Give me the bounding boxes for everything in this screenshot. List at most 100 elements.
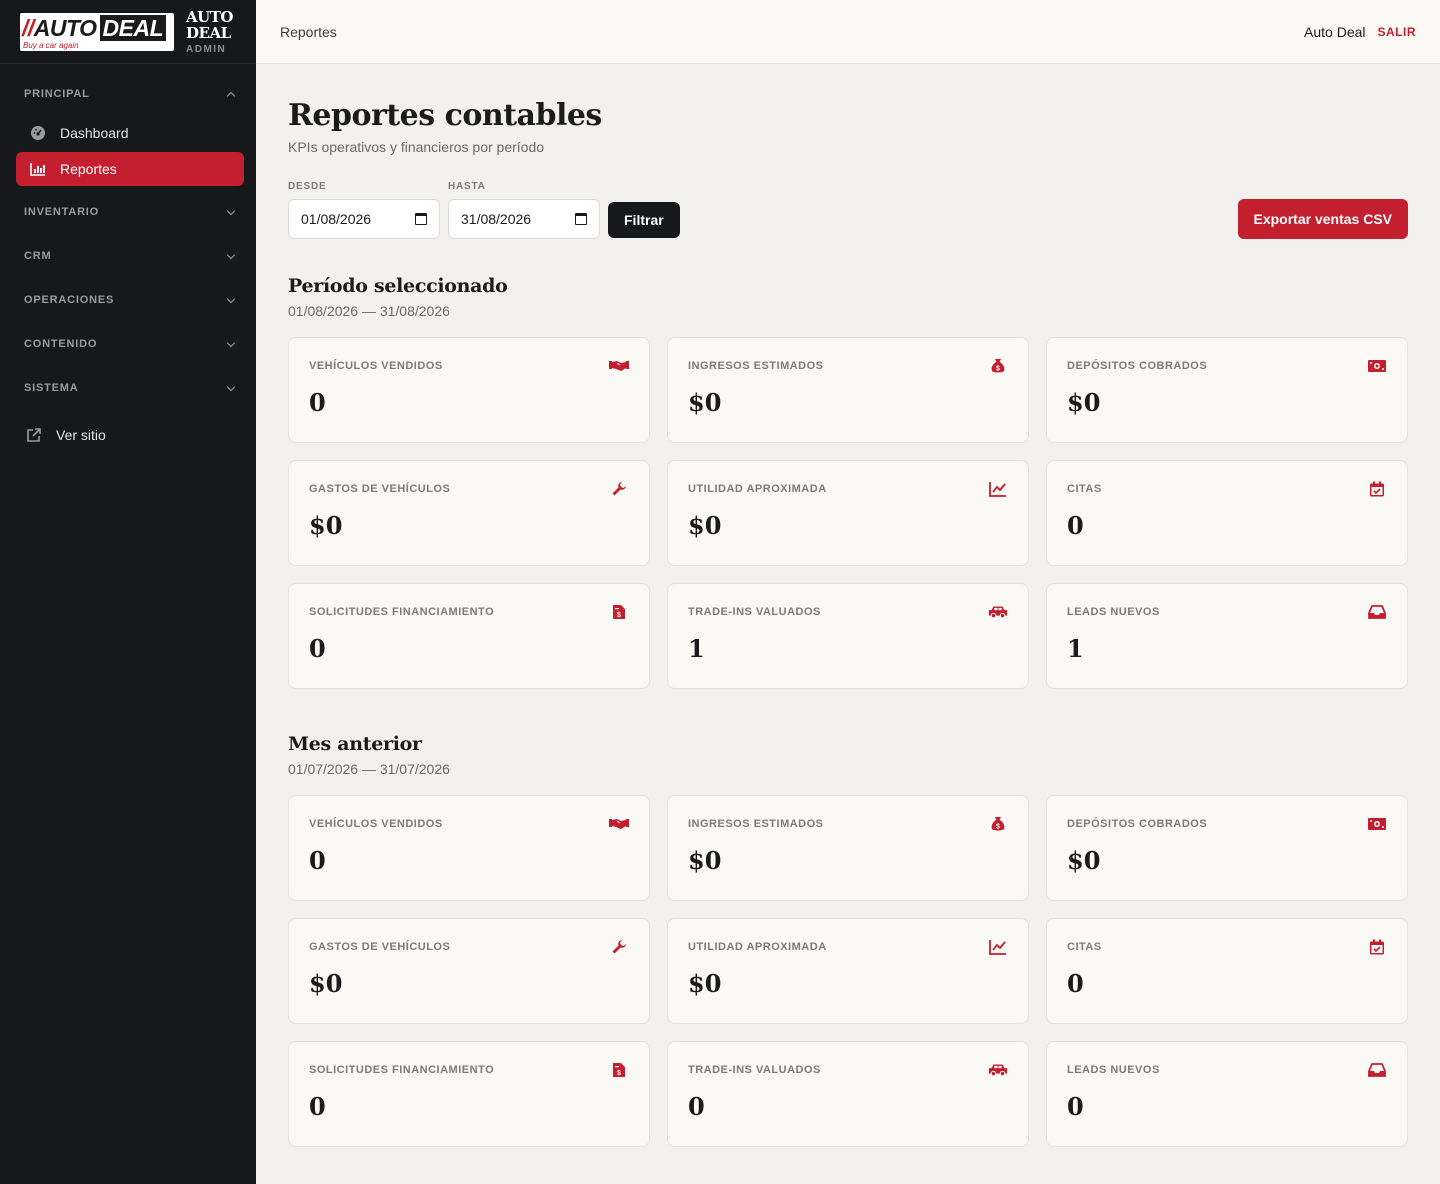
kpi-label: DEPÓSITOS COBRADOS: [1067, 818, 1208, 830]
handshake-icon: [609, 358, 629, 374]
chevron-down-icon: [226, 339, 236, 349]
main-content: Reportes contables KPIs operativos y fin…: [288, 64, 1408, 1147]
brand-text: AUTO DEAL ADMIN: [186, 9, 233, 55]
sidebar-item-dashboard[interactable]: Dashboard: [16, 116, 244, 150]
nav-section-sistema[interactable]: SISTEMA: [16, 366, 244, 410]
svg-text:$: $: [996, 824, 1000, 831]
nav-section-label: SISTEMA: [24, 382, 79, 394]
kpi-label: GASTOS DE VEHÍCULOS: [309, 483, 451, 495]
inbox-icon: [1367, 604, 1387, 620]
sidebar: //AUTO DEAL Buy a car again AUTO DEAL ADM…: [0, 0, 256, 1184]
kpi-label: GASTOS DE VEHÍCULOS: [309, 941, 451, 953]
calendar-check-icon: [1367, 939, 1387, 955]
kpi-label: TRADE-INS VALUADOS: [688, 1064, 821, 1076]
kpi-value: $0: [309, 969, 343, 998]
calendar-icon[interactable]: [575, 213, 587, 225]
kpi-value: 0: [1067, 1092, 1084, 1121]
brand[interactable]: //AUTO DEAL Buy a car again AUTO DEAL ADM…: [0, 0, 256, 64]
calendar-icon[interactable]: [415, 213, 427, 225]
logout-link[interactable]: SALIR: [1378, 25, 1417, 39]
from-date-value: 01/08/2026: [301, 211, 372, 227]
kpi-value: 0: [309, 634, 326, 663]
kpi-card: GASTOS DE VEHÍCULOS $0: [288, 460, 650, 566]
kpi-card: DEPÓSITOS COBRADOS $0: [1046, 795, 1408, 901]
section-range: 01/07/2026 — 31/07/2026: [288, 761, 450, 777]
page-subtitle: KPIs operativos y financieros por períod…: [288, 139, 545, 155]
to-date-input[interactable]: 31/08/2026: [448, 199, 600, 239]
car-icon: [988, 604, 1008, 620]
money-bag-icon: $: [988, 358, 1008, 374]
svg-text:$: $: [617, 612, 621, 619]
date-filters: DESDE 01/08/2026 HASTA 31/08/2026 Filtra…: [288, 181, 1408, 239]
kpi-card: TRADE-INS VALUADOS 1: [667, 583, 1029, 689]
logo-auto: AUTO: [33, 14, 97, 41]
from-label: DESDE: [288, 181, 327, 192]
invoice-dollar-icon: $: [609, 604, 629, 620]
section-previous-month: Mes anterior 01/07/2026 — 31/07/2026 VEH…: [288, 733, 1408, 1147]
nav-section-label: INVENTARIO: [24, 206, 100, 218]
chart-line-icon: [988, 939, 1008, 955]
kpi-label: CITAS: [1067, 941, 1102, 953]
nav-section-label: PRINCIPAL: [24, 88, 90, 100]
sidebar-item-ver-sitio[interactable]: Ver sitio: [16, 410, 244, 460]
page-title: Reportes contables: [288, 98, 602, 133]
sidebar-nav: PRINCIPAL Dashboard Reportes INVENTARIO …: [0, 64, 256, 460]
kpi-grid: VEHÍCULOS VENDIDOS 0 INGRESOS ESTIMADOS $ $0…: [288, 795, 1408, 1147]
kpi-card: GASTOS DE VEHÍCULOS $0: [288, 918, 650, 1024]
kpi-label: CITAS: [1067, 483, 1102, 495]
nav-section-crm[interactable]: CRM: [16, 234, 244, 278]
logo-slash: //: [22, 14, 34, 41]
chevron-up-icon: [226, 89, 236, 99]
kpi-card: VEHÍCULOS VENDIDOS 0: [288, 337, 650, 443]
kpi-card: TRADE-INS VALUADOS 0: [667, 1041, 1029, 1147]
kpi-label: UTILIDAD APROXIMADA: [688, 483, 827, 495]
brand-name-line2: DEAL: [186, 23, 231, 42]
nav-section-inventario[interactable]: INVENTARIO: [16, 190, 244, 234]
banknote-icon: [1367, 358, 1387, 374]
chevron-down-icon: [226, 295, 236, 305]
logo-wordmark: //AUTO DEAL: [22, 14, 167, 42]
kpi-value: $0: [688, 511, 722, 540]
kpi-card: INGRESOS ESTIMADOS $ $0: [667, 337, 1029, 443]
kpi-value: 1: [688, 634, 705, 663]
car-icon: [988, 1062, 1008, 1078]
kpi-card: DEPÓSITOS COBRADOS $0: [1046, 337, 1408, 443]
inbox-icon: [1367, 1062, 1387, 1078]
nav-section-label: CONTENIDO: [24, 338, 98, 350]
user-name: Auto Deal: [1304, 23, 1366, 40]
filter-button[interactable]: Filtrar: [608, 202, 680, 238]
nav-section-label: CRM: [24, 250, 52, 262]
svg-text:$: $: [617, 1070, 621, 1077]
kpi-value: $0: [1067, 388, 1101, 417]
kpi-value: 0: [309, 1092, 326, 1121]
nav-section-principal[interactable]: PRINCIPAL: [16, 80, 244, 108]
sidebar-item-label: Dashboard: [60, 125, 129, 141]
gauge-icon: [30, 125, 46, 141]
kpi-value: 0: [309, 388, 326, 417]
calendar-check-icon: [1367, 481, 1387, 497]
from-date-input[interactable]: 01/08/2026: [288, 199, 440, 239]
kpi-label: LEADS NUEVOS: [1067, 606, 1160, 618]
kpi-label: INGRESOS ESTIMADOS: [688, 360, 824, 372]
kpi-card: SOLICITUDES FINANCIAMIENTO $0: [288, 1041, 650, 1147]
kpi-value: 0: [1067, 511, 1084, 540]
nav-section-contenido[interactable]: CONTENIDO: [16, 322, 244, 366]
kpi-value: 0: [309, 846, 326, 875]
kpi-label: VEHÍCULOS VENDIDOS: [309, 818, 443, 830]
to-label: HASTA: [448, 181, 486, 192]
section-selected-period: Período seleccionado 01/08/2026 — 31/08/…: [288, 275, 1408, 689]
brand-subtitle: ADMIN: [186, 43, 227, 55]
kpi-value: $0: [688, 846, 722, 875]
kpi-card: UTILIDAD APROXIMADA $0: [667, 918, 1029, 1024]
nav-section-operaciones[interactable]: OPERACIONES: [16, 278, 244, 322]
nav-section-label: OPERACIONES: [24, 294, 115, 306]
kpi-label: SOLICITUDES FINANCIAMIENTO: [309, 606, 495, 618]
to-field: HASTA 31/08/2026: [448, 181, 600, 239]
export-csv-button[interactable]: Exportar ventas CSV: [1237, 199, 1408, 239]
sidebar-item-reportes[interactable]: Reportes: [16, 152, 244, 186]
wrench-icon: [609, 481, 629, 497]
kpi-value: $0: [1067, 846, 1101, 875]
autodeal-logo: //AUTO DEAL Buy a car again: [20, 12, 174, 51]
kpi-label: UTILIDAD APROXIMADA: [688, 941, 827, 953]
brand-name-line1: AUTO: [186, 7, 233, 26]
